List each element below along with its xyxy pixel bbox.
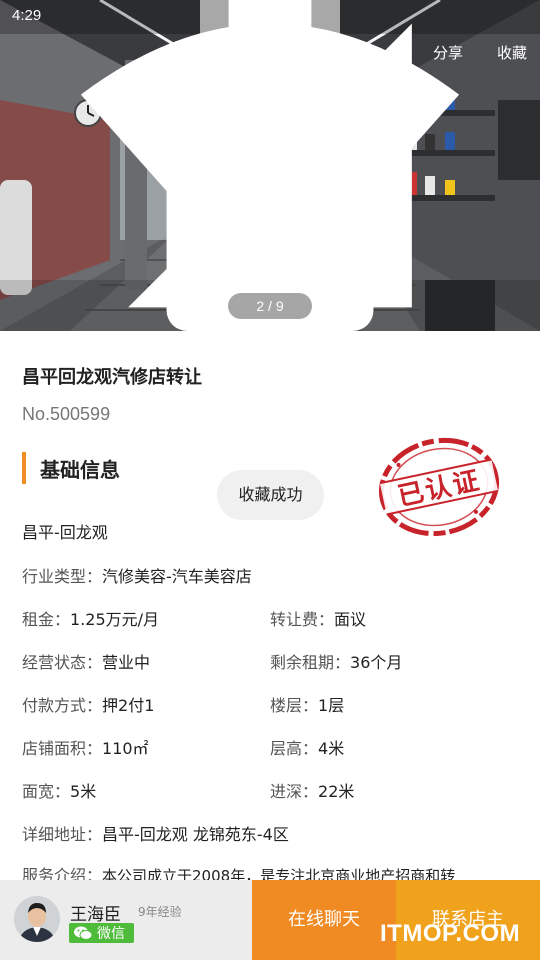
section-accent-bar: [22, 452, 26, 484]
rent-value: 1.25万元/月: [70, 610, 160, 629]
service-intro-value: 本公司成立于2008年，是专注北京商业地产招商和转: [102, 867, 456, 881]
status-label: 经营状态：: [22, 653, 103, 672]
listing-title: 昌平回龙观汽修店转让: [22, 367, 202, 388]
online-chat-button[interactable]: 在线聊天: [252, 880, 396, 960]
industry-label: 行业类型：: [22, 567, 103, 586]
service-intro-label: 服务介绍：: [22, 866, 103, 881]
agent-name: 王海臣: [70, 905, 121, 925]
depth-label: 进深：: [270, 782, 319, 801]
industry-row: 行业类型：汽修美容-汽车美容店: [22, 563, 252, 587]
agent-card[interactable]: 王海臣 9年经验 微信: [0, 880, 252, 960]
height-value: 4米: [318, 739, 345, 758]
share-button[interactable]: 分享: [428, 40, 468, 96]
status-value: 营业中: [102, 653, 151, 672]
transfer-fee-row: 转让费：面议: [270, 606, 366, 630]
floor-label: 楼层：: [270, 696, 319, 715]
lease-value: 36个月: [350, 653, 403, 672]
location-row: 昌平-回龙观: [22, 519, 108, 543]
address-label: 详细地址：: [22, 825, 103, 844]
favorite-button[interactable]: 收藏: [492, 40, 532, 96]
avatar: [14, 896, 60, 942]
width-value: 5米: [70, 782, 97, 801]
address-row: 详细地址：昌平-回龙观 龙锦苑东-4区: [22, 821, 289, 845]
address-value: 昌平-回龙观 龙锦苑东-4区: [102, 825, 289, 844]
star-icon: [492, 40, 540, 331]
area-value: 110㎡: [102, 739, 149, 758]
transfer-fee-label: 转让费：: [270, 610, 335, 629]
photo-pager: 2 / 9: [228, 293, 312, 319]
wechat-label: 微信: [97, 926, 125, 942]
width-label: 面宽：: [22, 782, 71, 801]
height-row: 层高：4米: [270, 735, 344, 759]
width-row: 面宽：5米: [22, 778, 96, 802]
site-watermark: ITMOP.COM: [380, 920, 521, 947]
industry-value: 汽修美容-汽车美容店: [102, 567, 252, 586]
area-row: 店铺面积：110㎡: [22, 735, 149, 759]
area-label: 店铺面积：: [22, 739, 103, 758]
agent-portrait: [14, 896, 60, 942]
wechat-icon: [74, 926, 93, 940]
listing-number: No.500599: [22, 404, 111, 424]
service-intro-row: 服务介绍：本公司成立于2008年，是专注北京商业地产招商和转: [22, 862, 455, 881]
rent-label: 租金：: [22, 610, 71, 629]
height-label: 层高：: [270, 739, 319, 758]
transfer-fee-value: 面议: [334, 610, 367, 629]
agent-experience: 9年经验: [138, 905, 182, 919]
payment-label: 付款方式：: [22, 696, 103, 715]
payment-row: 付款方式：押2付1: [22, 692, 154, 716]
floor-row: 楼层：1层: [270, 692, 344, 716]
section-header: 基础信息: [22, 451, 120, 485]
lease-label: 剩余租期：: [270, 653, 351, 672]
wechat-badge[interactable]: 微信: [69, 923, 134, 943]
hero-photo[interactable]: 4:29 分享 收藏 2 / 9: [0, 0, 540, 331]
back-button[interactable]: [20, 50, 348, 331]
payment-value: 押2付1: [102, 696, 155, 715]
status-row: 经营状态：营业中: [22, 649, 150, 673]
favorite-success-toast: 收藏成功: [217, 470, 324, 520]
floor-value: 1层: [318, 696, 345, 715]
verified-stamp: 已认证: [378, 437, 500, 537]
listing-detail: 昌平回龙观汽修店转让 No.500599 基础信息 已认证 收藏成功 昌平-回龙…: [0, 331, 540, 881]
depth-row: 进深：22米: [270, 778, 354, 802]
depth-value: 22米: [318, 782, 355, 801]
location-value: 昌平-回龙观: [22, 523, 108, 542]
rent-row: 租金：1.25万元/月: [22, 606, 159, 630]
status-bar: 4:29: [0, 0, 540, 331]
bottom-action-bar: 王海臣 9年经验 微信 在线聊天 联系店主 ITMOP.COM: [0, 880, 540, 960]
section-title: 基础信息: [40, 457, 120, 482]
lease-row: 剩余租期：36个月: [270, 649, 402, 673]
